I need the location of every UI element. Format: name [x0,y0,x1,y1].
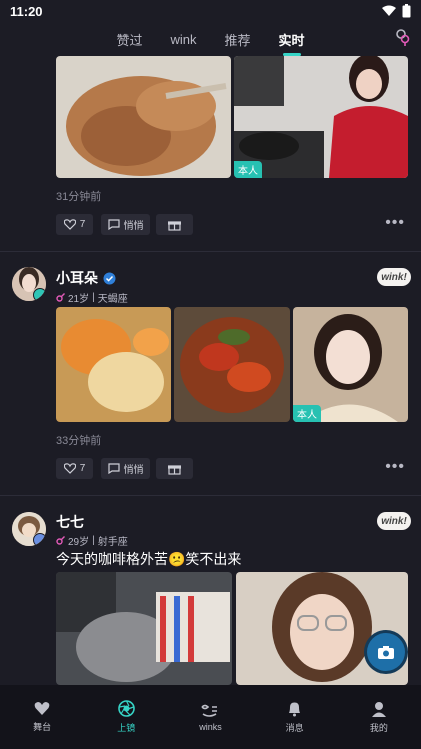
divider [0,251,421,252]
gift-button[interactable] [156,214,193,235]
wink-button[interactable]: wink! [377,268,411,286]
user-icon [371,701,386,717]
heart-filled-icon [34,702,50,715]
verified-mini-icon [33,288,46,301]
aperture-icon [117,700,135,717]
gift-icon [168,464,181,475]
avatar[interactable] [12,512,46,546]
user-zodiac: 射手座 [97,537,128,548]
bottom-nav: 舞台 上镜 winks 消息 我的 [0,685,421,749]
user-name-text: 七七 [56,514,84,530]
post-photo-crab[interactable] [56,307,171,422]
user-info: 21岁 | 天蝎座 [56,290,128,305]
like-count: 7 [79,219,86,230]
nav-winks[interactable]: winks [180,703,240,732]
nav-messages[interactable]: 消息 [265,701,325,734]
user-name-text: 小耳朵 [56,270,98,286]
user-info: 29岁 | 射手座 [56,533,128,548]
camera-button[interactable] [367,633,405,671]
verified-mini-icon [33,533,46,546]
tab-recommend[interactable]: 推荐 [225,24,251,55]
post-photo-spicy-dish[interactable] [174,307,290,422]
whisper-label: 悄悄 [123,465,144,476]
nav-winks-label: winks [199,721,222,732]
message-icon [107,219,120,230]
nav-stage[interactable]: 舞台 [12,701,72,733]
tab-realtime[interactable]: 实时 [279,24,305,55]
feed[interactable]: 本人 31分钟前 7 悄悄 ••• 小耳朵 21岁 | 天蝎座 wink! 本人… [0,56,421,685]
post-photo-desk[interactable] [56,572,232,685]
status-time: 11:20 [10,3,43,19]
like-button[interactable]: 7 [56,214,93,235]
nav-messages-label: 消息 [285,722,304,733]
more-options-button[interactable]: ••• [385,458,405,476]
status-bar: 11:20 [0,0,421,22]
battery-icon [402,4,411,18]
user-age: 29岁 [68,537,90,548]
tab-liked[interactable]: 赞过 [116,24,142,55]
nav-me-label: 我的 [369,722,388,733]
user-age: 21岁 [68,294,90,305]
wifi-icon [382,5,396,16]
like-button[interactable]: 7 [56,458,93,479]
heart-icon [63,463,76,474]
winks-icon [201,704,218,717]
female-icon [56,536,65,545]
nav-stage-label: 舞台 [33,722,52,732]
camera-icon [378,645,394,659]
whisper-label: 悄悄 [123,221,144,232]
more-options-button[interactable]: ••• [385,214,405,232]
tab-wink[interactable]: wink [170,26,196,53]
whisper-button[interactable]: 悄悄 [101,458,150,479]
gift-button[interactable] [156,458,193,479]
verified-icon [103,272,116,284]
gift-icon [168,220,181,231]
divider [0,495,421,496]
self-badge: 本人 [234,161,262,178]
self-badge: 本人 [293,405,321,422]
gender-filter-icon[interactable] [395,28,411,51]
user-zodiac: 天蝎座 [97,294,128,305]
female-icon [56,293,65,302]
status-icons [382,4,411,18]
whisper-button[interactable]: 悄悄 [101,214,150,235]
info-separator: | [92,292,95,303]
wink-button[interactable]: wink! [377,512,411,530]
info-separator: | [92,535,95,546]
user-name[interactable]: 七七 [56,512,84,532]
post-time: 31分钟前 [56,191,102,203]
nav-camera[interactable]: 上镜 [96,700,156,734]
bell-icon [289,702,301,716]
post-photo-food[interactable] [56,56,231,178]
post-time: 33分钟前 [56,435,102,447]
heart-icon [63,219,76,230]
post-photo-selfie[interactable]: 本人 [234,56,408,178]
nav-camera-label: 上镜 [117,723,136,733]
message-icon [107,463,120,474]
post-photo-selfie[interactable]: 本人 [293,307,408,422]
like-count: 7 [79,463,86,474]
nav-me[interactable]: 我的 [349,701,409,734]
top-tabs: 赞过 wink 推荐 实时 [0,22,421,56]
user-name[interactable]: 小耳朵 [56,268,116,288]
post-text: 今天的咖啡格外苦😕笑不出来 [56,551,242,567]
avatar[interactable] [12,267,46,301]
